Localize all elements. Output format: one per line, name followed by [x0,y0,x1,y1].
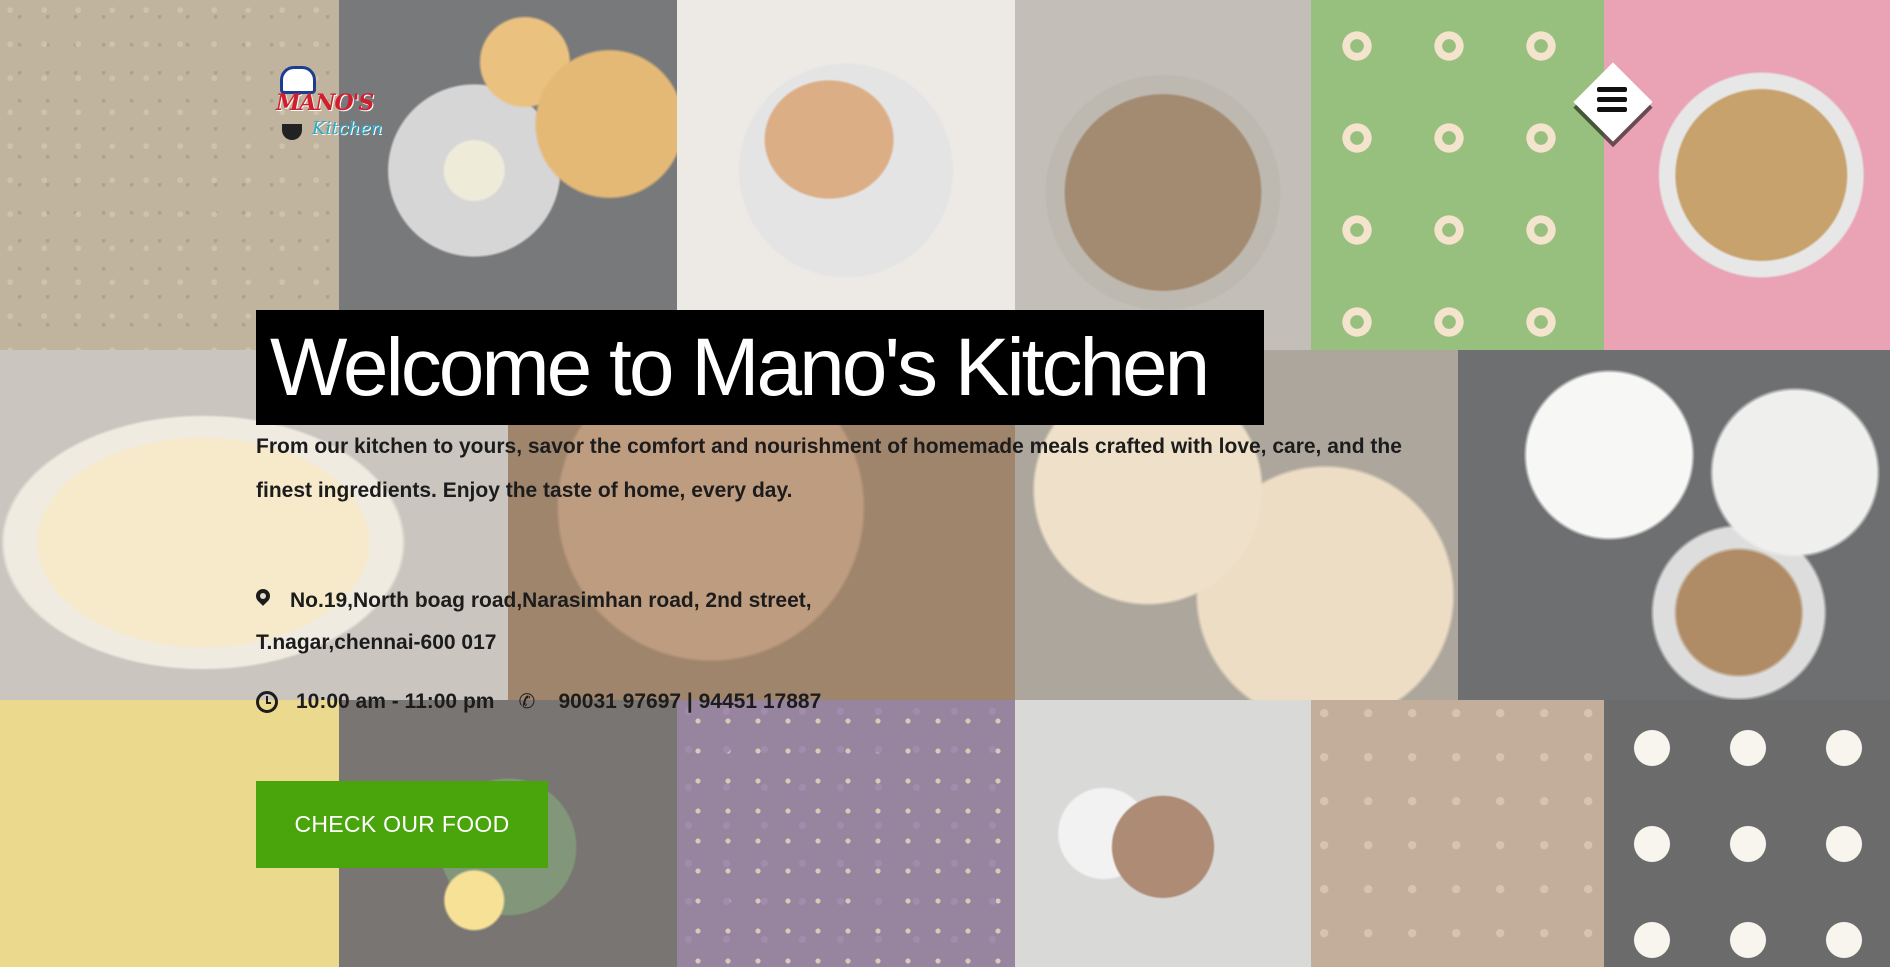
opening-hours-text: 10:00 am - 11:00 pm [296,690,495,713]
site-logo[interactable]: MANO'S Kitchen [276,60,382,152]
cooking-pot-icon [282,124,302,140]
phone-icon: ✆ [518,691,536,713]
address-block: No.19,North boag road,Narasimhan road, 2… [256,580,956,664]
food-photo-idli [1458,350,1890,700]
hero-title: Welcome to Mano's Kitchen [256,310,1264,425]
menu-toggle-button[interactable] [1571,60,1653,142]
food-photo-murukku [1311,0,1604,350]
food-photo-dosa [677,0,1015,310]
food-photo-sambar [1604,0,1890,350]
hamburger-menu-icon [1597,87,1627,113]
hours-phone-row: 10:00 am - 11:00 pm ✆ 90031 97697 | 9445… [256,684,821,720]
food-photo-chana [0,0,339,350]
food-photo-pakora [1015,0,1311,350]
food-photo-brinjal [677,700,1015,967]
logo-subtitle-text: Kitchen [312,118,383,139]
phone-numbers-text[interactable]: 90031 97697 | 94451 17887 [558,684,821,720]
check-our-food-button[interactable]: CHECK OUR FOOD [256,781,548,868]
logo-brand-text: MANO'S [276,90,374,116]
food-photo-paniyaram [1604,700,1890,967]
hero-description: From our kitchen to yours, savor the com… [256,435,1402,502]
food-photo-halwa [1311,700,1604,967]
food-photo-clay-pots [1015,700,1311,967]
food-photo-vada [339,0,677,310]
clock-icon [256,691,278,713]
address-text: No.19,North boag road,Narasimhan road, 2… [256,589,812,654]
location-pin-icon [256,589,270,609]
